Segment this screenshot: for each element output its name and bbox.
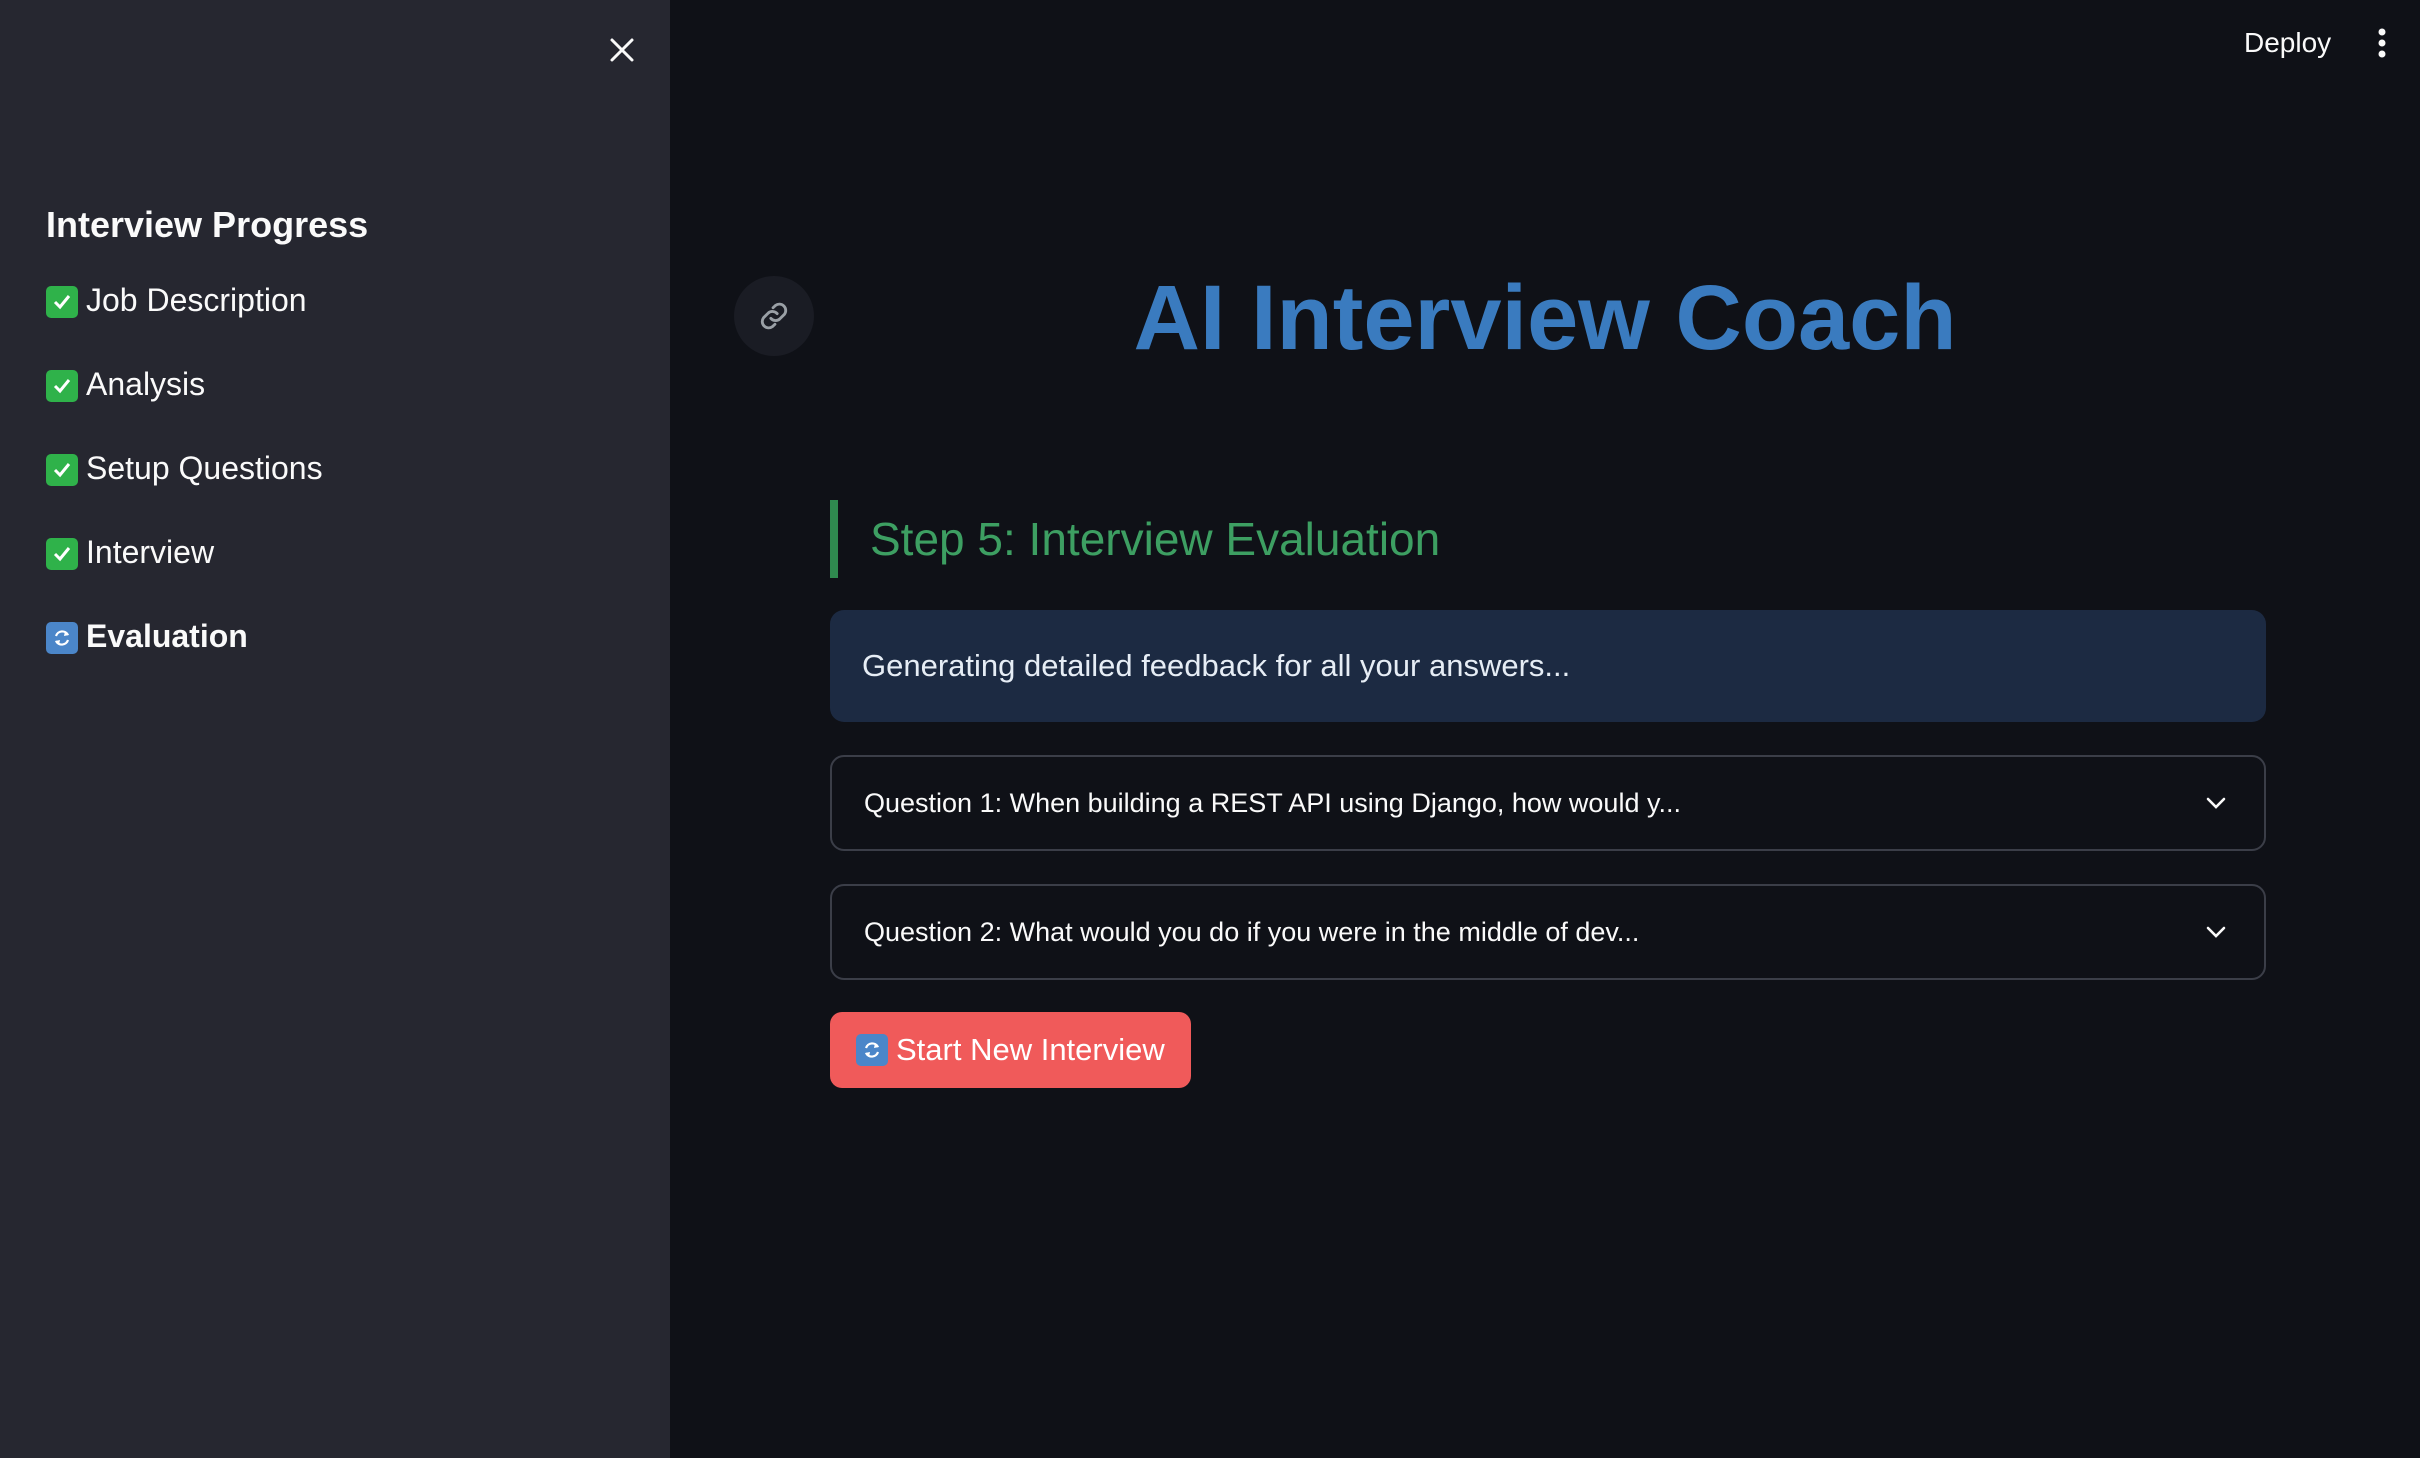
progress-item-interview: Interview (46, 534, 323, 618)
progress-item-label: Interview (86, 534, 215, 570)
check-icon (46, 538, 78, 570)
sidebar: Interview Progress Job Description Analy… (0, 0, 670, 1458)
progress-item-job-description: Job Description (46, 282, 323, 366)
progress-item-label: Analysis (86, 366, 206, 402)
close-icon[interactable] (598, 26, 646, 74)
check-icon (46, 454, 78, 486)
progress-item-label: Evaluation (86, 618, 248, 654)
page-title: AI Interview Coach (1133, 267, 1957, 369)
question-label: Question 2: What would you do if you wer… (864, 916, 1640, 947)
sidebar-title: Interview Progress (46, 204, 369, 245)
progress-item-label: Job Description (86, 282, 307, 318)
start-new-interview-button[interactable]: Start New Interview (830, 1012, 1191, 1088)
check-icon (46, 370, 78, 402)
button-label: Start New Interview (896, 1032, 1165, 1067)
progress-item-analysis: Analysis (46, 366, 323, 450)
progress-item-evaluation: Evaluation (46, 618, 323, 702)
progress-list: Job Description Analysis Setup Questions… (46, 282, 323, 702)
question-label: Question 1: When building a REST API usi… (864, 787, 1681, 818)
chevron-down-icon (2204, 920, 2228, 944)
deploy-button[interactable]: Deploy (2230, 20, 2345, 66)
app-window: Interview Progress Job Description Analy… (0, 0, 2420, 1458)
link-icon[interactable] (734, 276, 814, 356)
progress-item-setup-questions: Setup Questions (46, 450, 323, 534)
info-message: Generating detailed feedback for all you… (830, 610, 2266, 722)
progress-item-label: Setup Questions (86, 450, 323, 486)
chevron-down-icon (2204, 791, 2228, 815)
step-heading: Step 5: Interview Evaluation (830, 500, 1440, 578)
vertical-dots-icon[interactable] (2362, 20, 2402, 66)
check-icon (46, 286, 78, 318)
question-expander-1[interactable]: Question 1: When building a REST API usi… (830, 755, 2266, 851)
refresh-icon (856, 1034, 888, 1066)
question-expander-2[interactable]: Question 2: What would you do if you wer… (830, 884, 2266, 980)
refresh-icon (46, 622, 78, 654)
